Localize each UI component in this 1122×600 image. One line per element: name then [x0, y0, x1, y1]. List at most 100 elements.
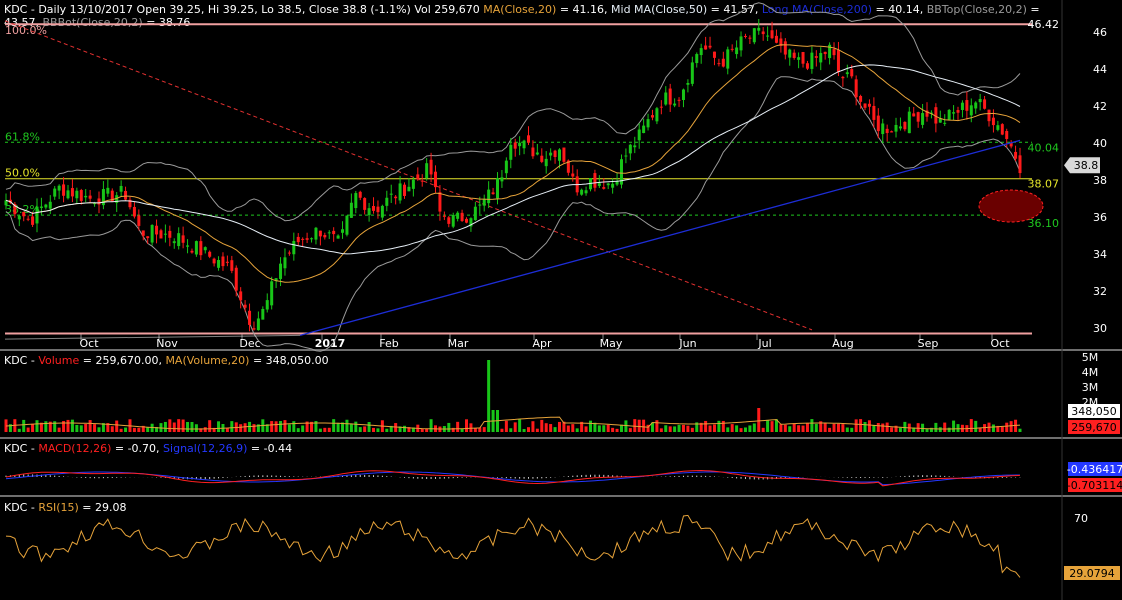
volume-bar	[137, 427, 141, 432]
volume-bar	[863, 422, 867, 432]
candle-body	[172, 241, 176, 244]
volume-bar	[327, 427, 331, 432]
candle-body	[602, 187, 606, 189]
volume-bar	[726, 427, 730, 432]
header-segment: = -0.70,	[111, 442, 163, 455]
volume-bar	[279, 421, 283, 432]
volume-bar	[575, 428, 579, 432]
fib-percent-label: 61.8%	[5, 130, 40, 143]
volume-bar	[84, 423, 88, 432]
ma50-line	[5, 64, 1021, 255]
volume-bar	[673, 426, 677, 432]
volume-tag: 259,670	[1071, 421, 1117, 434]
header-segment: = 29.08	[79, 501, 127, 514]
candle-body	[739, 36, 743, 51]
volume-bar	[938, 427, 942, 432]
candle-body	[823, 51, 827, 55]
candle-body	[814, 56, 818, 58]
volume-bar	[841, 424, 845, 432]
volume-bar	[854, 419, 858, 432]
candle-body	[677, 99, 681, 101]
candle-body	[774, 35, 778, 43]
volume-bar	[1009, 421, 1013, 432]
header-segment: = 41.16,	[556, 3, 611, 16]
candle-body	[66, 190, 70, 199]
candle-body	[146, 236, 150, 239]
x-axis-label: Apr	[532, 337, 552, 350]
volume-bar	[146, 427, 150, 432]
candle-body	[159, 230, 163, 239]
ma200-line	[299, 139, 1021, 337]
volume-bar	[323, 427, 327, 432]
candle-body	[389, 193, 393, 195]
candle-body	[420, 180, 424, 182]
price-tick-label: 44	[1093, 63, 1107, 76]
candle-body	[234, 267, 238, 291]
candle-body	[372, 206, 376, 211]
volume-bar	[788, 426, 792, 432]
candle-body	[531, 147, 535, 157]
volume-bar	[686, 425, 690, 432]
candle-body	[841, 76, 845, 79]
volume-bar	[611, 427, 615, 432]
candle-body	[695, 54, 699, 64]
rsi-panel[interactable]: 70 29.0794	[5, 512, 1120, 580]
candle-body	[504, 160, 508, 174]
macd-line	[5, 469, 1021, 487]
candle-body	[132, 206, 136, 217]
fib-price-label: 40.04	[1028, 141, 1060, 154]
header-segment: Volume	[38, 354, 79, 367]
rsi-line	[5, 514, 1021, 578]
candle-body	[952, 112, 956, 114]
volume-bar	[70, 419, 74, 432]
price-tick-label: 30	[1093, 322, 1107, 335]
macd-panel[interactable]: -0.436417 -0.703114	[5, 462, 1122, 492]
candle-body	[681, 89, 685, 100]
candle-body	[425, 163, 429, 178]
candle-body	[712, 51, 716, 58]
candle-body	[947, 109, 951, 121]
candle-body	[991, 117, 995, 126]
candle-body	[836, 50, 840, 73]
volume-bar	[358, 427, 362, 432]
candle-body	[766, 35, 770, 37]
volume-bar	[372, 427, 376, 432]
candle-body	[354, 193, 358, 209]
volume-bar	[518, 419, 522, 432]
volume-bar	[721, 420, 725, 432]
volume-ma-line	[5, 416, 1021, 430]
candle-body	[323, 235, 327, 238]
volume-bar	[885, 422, 889, 432]
candle-body	[792, 52, 796, 58]
x-axis-label: Aug	[832, 337, 853, 350]
volume-bar	[119, 428, 123, 432]
candle-body	[336, 235, 340, 239]
candle-body	[287, 252, 291, 254]
candle-body	[239, 291, 243, 301]
volume-bar	[1000, 426, 1004, 432]
volume-bar	[898, 427, 902, 432]
candle-body	[456, 212, 460, 219]
header-segment: KDC -	[4, 501, 38, 514]
candle-body	[642, 125, 646, 134]
candle-body	[903, 121, 907, 130]
price-panel[interactable]: 303234363840424446Oct Nov Dec 2017 Feb Mar Apr…	[4, 2, 1108, 352]
macd-panel-header: KDC - MACD(12,26) = -0.70, Signal(12,26,…	[4, 442, 292, 455]
candle-body	[801, 52, 805, 64]
volume-bar	[876, 423, 880, 432]
candle-body	[70, 188, 74, 197]
price-tick-label: 40	[1093, 137, 1107, 150]
candle-body	[429, 159, 433, 175]
volume-bar	[615, 428, 619, 432]
candle-body	[491, 192, 495, 195]
candle-body	[44, 204, 48, 208]
candle-body	[996, 125, 1000, 130]
macd-tag: -0.703114	[1067, 479, 1122, 492]
volume-bar	[974, 420, 978, 432]
price-tick-label: 46	[1093, 26, 1107, 39]
header-segment: =	[1027, 3, 1040, 16]
price-tick-label: 34	[1093, 248, 1107, 261]
volume-bar	[115, 420, 119, 432]
volume-bar	[619, 424, 623, 432]
header-segment: Signal(12,26,9)	[163, 442, 247, 455]
